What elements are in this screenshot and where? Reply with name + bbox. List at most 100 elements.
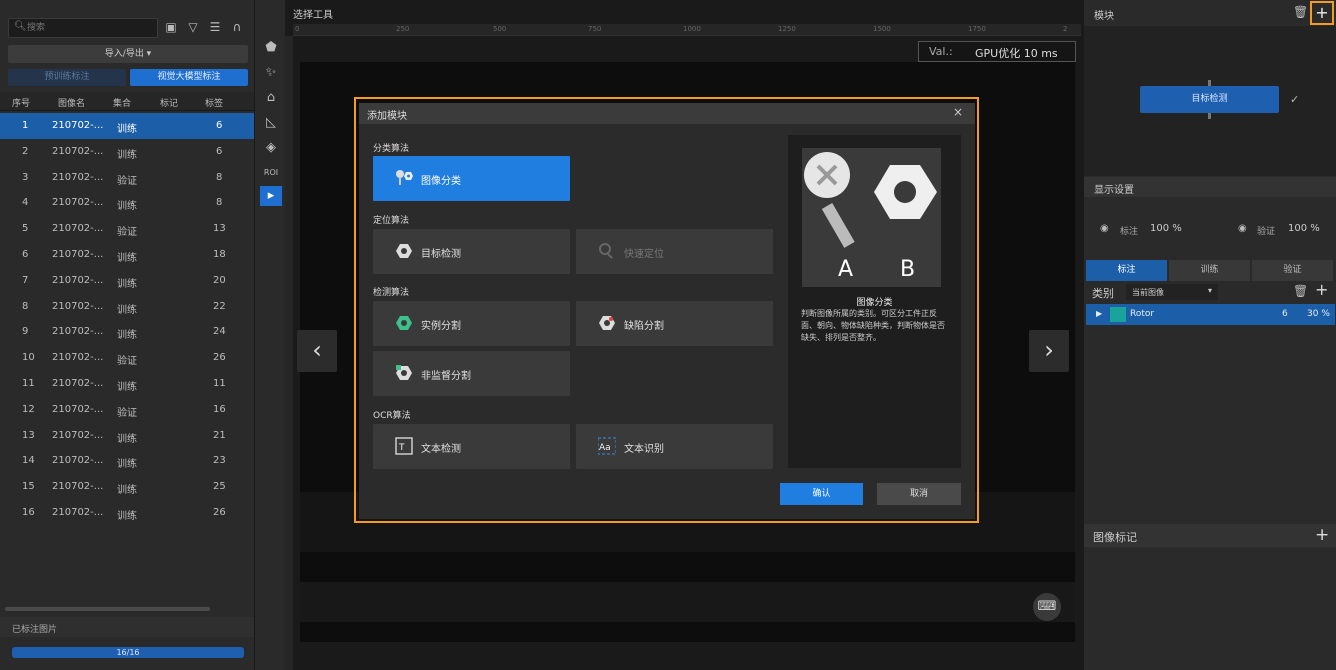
table-row[interactable]: 14 210702-... 训练 23: [0, 448, 254, 474]
tab-label[interactable]: 标注: [1086, 260, 1167, 281]
row-index: 12: [22, 403, 35, 415]
image-list-panel: 🔍︎ ▣ ▽ ☰ ∩ 导入/导出 ▾ 预训练标注 视觉大模型标注 序号 图像名 …: [0, 0, 255, 670]
row-label-count: 16: [213, 403, 226, 415]
table-row[interactable]: 1 210702-... 训练 6: [0, 113, 254, 139]
val-key: Val.:: [929, 45, 953, 58]
table-row[interactable]: 5 210702-... 验证 13: [0, 216, 254, 242]
row-index: 16: [22, 507, 35, 518]
table-row[interactable]: 6 210702-... 训练 18: [0, 242, 254, 268]
cancel-button[interactable]: 取消: [877, 483, 961, 505]
module-node-object-detect[interactable]: 目标检测: [1140, 86, 1279, 113]
row-set: 训练: [117, 124, 137, 135]
lasso-tool-icon[interactable]: ◺: [260, 113, 282, 133]
table-row[interactable]: 13 210702-... 训练 21: [0, 423, 254, 449]
col-mark[interactable]: 标记: [160, 96, 178, 109]
table-row[interactable]: 16 210702-... 训练 26: [0, 500, 254, 526]
preview-label-a: A: [838, 257, 853, 282]
class-filter-dropdown[interactable]: 当前图像 ▾: [1126, 284, 1218, 300]
add-class-icon[interactable]: +: [1315, 280, 1328, 299]
table-row[interactable]: 3 210702-... 验证 8: [0, 165, 254, 191]
delete-module-icon[interactable]: 🗑︎: [1293, 5, 1308, 19]
search-box[interactable]: 🔍︎: [8, 18, 158, 38]
table-row[interactable]: 11 210702-... 训练 11: [0, 371, 254, 397]
add-module-button[interactable]: +: [1310, 1, 1334, 25]
algo-text-recognize[interactable]: Aa 文本识别: [576, 424, 773, 469]
row-label-count: 23: [213, 455, 226, 467]
row-set: 训练: [117, 278, 137, 290]
algo-label: 缺陷分割: [624, 321, 664, 332]
keyboard-icon[interactable]: ⌨: [1033, 593, 1061, 621]
col-set[interactable]: 集合: [113, 96, 131, 109]
section-classify: 分类算法: [373, 144, 410, 154]
table-row[interactable]: 12 210702-... 验证 16: [0, 397, 254, 423]
top-ruler: 0 250 500 750 1000 1250 1500 1750 2: [293, 24, 1081, 36]
label-opacity-value[interactable]: 100 %: [1150, 223, 1182, 234]
headset-icon[interactable]: ∩: [228, 18, 246, 36]
table-row[interactable]: 9 210702-... 训练 24: [0, 319, 254, 345]
algo-fast-locate[interactable]: 快速定位: [576, 229, 773, 274]
import-export-button[interactable]: 导入/导出 ▾: [8, 45, 248, 63]
confirm-button[interactable]: 确认: [780, 483, 863, 505]
row-image-name: 210702-...: [52, 223, 104, 235]
close-icon[interactable]: ×: [953, 105, 963, 119]
search-input[interactable]: [27, 21, 155, 35]
list-view-icon[interactable]: ☰: [206, 18, 224, 36]
class-count: 6: [1282, 309, 1288, 319]
stamp-tool-icon[interactable]: ⌂: [260, 88, 282, 108]
table-row[interactable]: 7 210702-... 训练 20: [0, 268, 254, 294]
algo-text-detect[interactable]: T 文本检测: [373, 424, 570, 469]
row-set: 训练: [117, 485, 137, 497]
algo-object-detect[interactable]: 目标检测: [373, 229, 570, 274]
eye-icon[interactable]: ◉: [1238, 223, 1247, 234]
roi-tool-icon[interactable]: ROI: [260, 163, 282, 183]
ruler-tick: 1500: [873, 25, 891, 33]
algo-image-classify[interactable]: 图像分类: [373, 156, 570, 201]
polygon-tool-icon[interactable]: ⬟: [260, 38, 282, 58]
algo-label: 文本识别: [624, 444, 664, 455]
vision-model-label-button[interactable]: 视觉大模型标注: [130, 69, 248, 86]
col-index[interactable]: 序号: [12, 96, 30, 109]
verify-opacity-value[interactable]: 100 %: [1288, 223, 1320, 234]
expand-icon[interactable]: ▶: [1096, 309, 1102, 318]
row-image-name: 210702-...: [52, 429, 104, 441]
table-row[interactable]: 8 210702-... 训练 22: [0, 294, 254, 320]
canvas-shade: [300, 582, 1075, 622]
algo-unsupervised-seg[interactable]: 非监督分割: [373, 351, 570, 396]
eye-icon[interactable]: ◉: [1100, 223, 1109, 234]
row-set: 训练: [117, 253, 137, 264]
image-classify-icon: [396, 170, 413, 185]
filter-icon[interactable]: ▽: [184, 18, 202, 36]
delete-class-icon[interactable]: 🗑︎: [1293, 284, 1308, 298]
select-tool-icon[interactable]: ▸: [260, 186, 282, 206]
table-row[interactable]: 15 210702-... 训练 25: [0, 474, 254, 500]
class-color-swatch[interactable]: [1110, 307, 1126, 322]
row-label-count: 21: [213, 429, 226, 441]
class-percent: 30 %: [1307, 309, 1330, 319]
prev-image-button[interactable]: ‹: [297, 330, 337, 372]
tab-verify[interactable]: 验证: [1252, 260, 1333, 281]
col-image-name[interactable]: 图像名: [58, 96, 85, 109]
algo-defect-seg[interactable]: 缺陷分割: [576, 301, 773, 346]
table-row[interactable]: 2 210702-... 训练 6: [0, 139, 254, 165]
ruler-tick: 500: [493, 25, 507, 33]
horizontal-scrollbar[interactable]: [5, 607, 210, 611]
pretrain-label-button[interactable]: 预训练标注: [8, 69, 126, 86]
tab-train[interactable]: 训练: [1169, 260, 1250, 281]
add-image-mark-icon[interactable]: +: [1315, 525, 1329, 545]
next-image-button[interactable]: ›: [1029, 330, 1069, 372]
row-image-name: 210702-...: [52, 145, 104, 157]
algo-instance-seg[interactable]: 实例分割: [373, 301, 570, 346]
col-label[interactable]: 标签: [205, 96, 223, 109]
table-row[interactable]: 4 210702-... 训练 8: [0, 190, 254, 216]
val-value: GPU优化 10 ms: [975, 47, 1058, 60]
table-row[interactable]: 10 210702-... 验证 26: [0, 345, 254, 371]
row-set: 训练: [117, 201, 137, 213]
image-filter-icon[interactable]: ▣: [162, 18, 180, 36]
row-label-count: 26: [213, 352, 226, 364]
magic-wand-icon[interactable]: ✨︎: [260, 63, 282, 83]
class-row[interactable]: ▶ Rotor 6 30 %: [1086, 304, 1335, 325]
row-index: 10: [22, 352, 35, 364]
instance-seg-icon: [396, 316, 412, 330]
row-index: 1: [22, 120, 29, 131]
eraser-icon[interactable]: ◈: [260, 138, 282, 158]
